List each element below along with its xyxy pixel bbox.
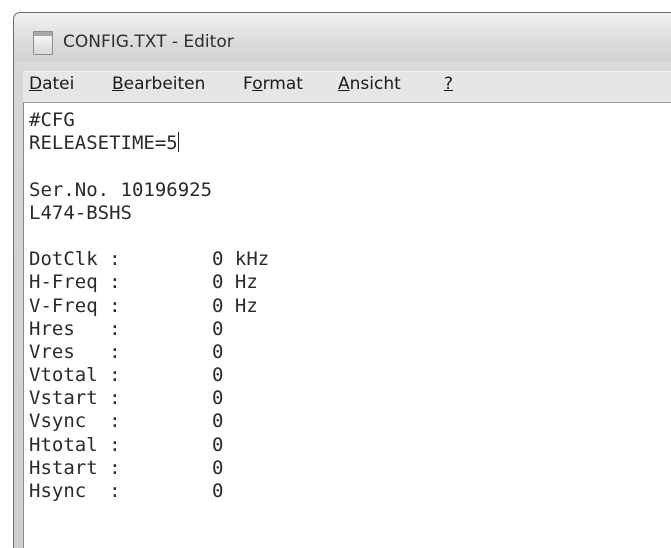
menu-help[interactable]: ? <box>443 74 454 94</box>
text-line[interactable] <box>29 225 269 248</box>
text-caret <box>177 132 179 153</box>
menu-bearbeiten-label: earbeiten <box>123 74 206 94</box>
editor-window: CONFIG.TXT - Editor Datei Bearbeiten For… <box>13 12 671 548</box>
text-line[interactable]: Vstart : 0 <box>29 387 269 410</box>
menu-format-accel: o <box>252 74 263 94</box>
menu-datei-label: atei <box>42 74 75 94</box>
text-line[interactable] <box>29 155 269 178</box>
menu-ansicht-label: nsicht <box>349 74 401 94</box>
text-line[interactable]: L474-BSHS <box>29 202 269 225</box>
text-line[interactable]: Hsync : 0 <box>29 480 269 503</box>
menu-ansicht[interactable]: Ansicht <box>337 74 402 94</box>
menu-format-pre: F <box>243 74 253 94</box>
text-line-content[interactable]: RELEASETIME=5 <box>29 132 178 154</box>
text-line-caret[interactable]: RELEASETIME=5 <box>29 132 269 155</box>
window-title: CONFIG.TXT - Editor <box>63 32 234 52</box>
text-line[interactable]: #CFG <box>29 109 269 132</box>
text-line[interactable]: Ser.No. 10196925 <box>29 179 269 202</box>
text-line[interactable]: V-Freq : 0 Hz <box>29 295 269 318</box>
title-bar[interactable]: CONFIG.TXT - Editor <box>14 13 671 61</box>
menu-datei[interactable]: Datei <box>28 74 75 94</box>
text-edit-area[interactable]: #CFG RELEASETIME=5 Ser.No. 10196925 L474… <box>23 102 671 548</box>
menu-datei-accel: D <box>29 74 43 94</box>
text-line[interactable]: DotClk : 0 kHz <box>29 248 269 271</box>
menu-ansicht-accel: A <box>338 74 350 94</box>
text-line[interactable]: Vsync : 0 <box>29 410 269 433</box>
text-line[interactable]: Hstart : 0 <box>29 457 269 480</box>
menu-format-label: rmat <box>262 74 303 94</box>
text-line[interactable]: Hres : 0 <box>29 318 269 341</box>
text-line[interactable]: H-Freq : 0 Hz <box>29 271 269 294</box>
document-text[interactable]: #CFG RELEASETIME=5 Ser.No. 10196925 L474… <box>29 109 269 503</box>
menu-help-accel: ? <box>444 74 454 94</box>
menu-format[interactable]: Format <box>242 74 304 94</box>
menu-bearbeiten[interactable]: Bearbeiten <box>111 74 206 94</box>
text-line[interactable]: Vtotal : 0 <box>29 364 269 387</box>
text-line[interactable]: Htotal : 0 <box>29 434 269 457</box>
menu-bearbeiten-accel: B <box>112 74 124 94</box>
notepad-icon[interactable] <box>33 31 53 55</box>
text-line[interactable]: Vres : 0 <box>29 341 269 364</box>
menu-bar: Datei Bearbeiten Format Ansicht ? <box>23 71 671 103</box>
